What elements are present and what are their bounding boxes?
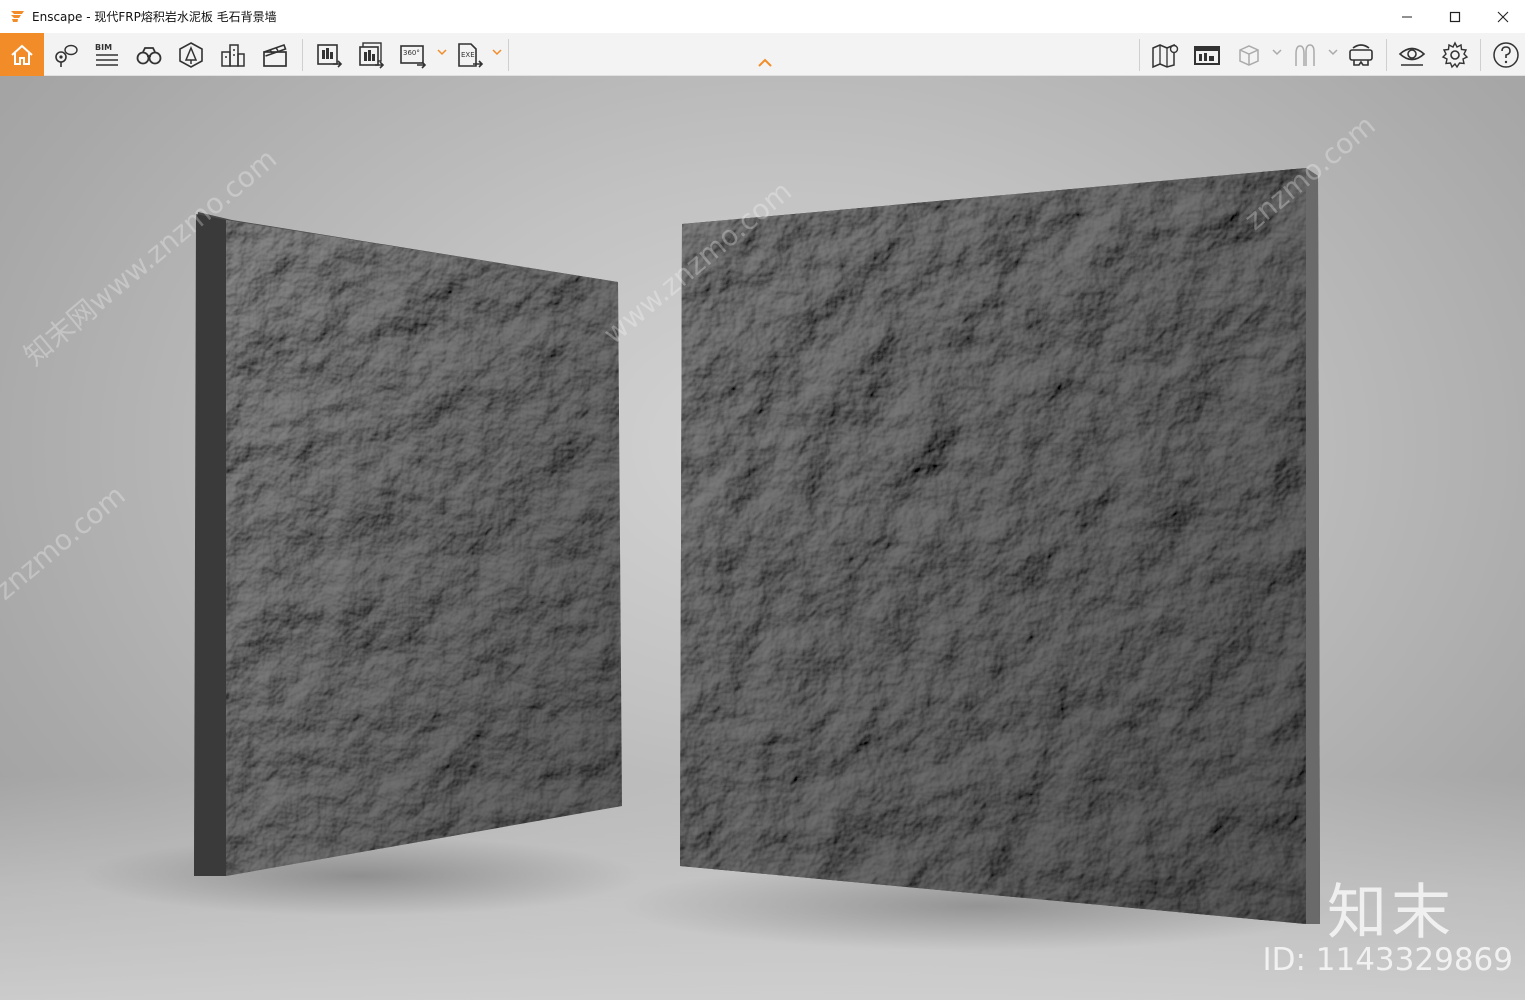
clapperboard-icon <box>263 43 287 67</box>
toolbar-separator <box>1139 39 1140 71</box>
chevron-down-icon[interactable] <box>492 47 502 57</box>
help-button[interactable] <box>1487 36 1525 74</box>
close-button[interactable] <box>1479 0 1525 33</box>
batch-render-icon <box>359 42 385 69</box>
bim-icon: BIM <box>95 43 118 66</box>
toolbar-separator <box>508 39 509 71</box>
binoculars-icon <box>136 47 162 65</box>
toolbar-separator <box>1480 39 1481 71</box>
views-button[interactable] <box>46 36 84 74</box>
screenshot-button[interactable] <box>310 36 348 74</box>
watermark-id: ID: 1143329869 <box>1262 942 1513 978</box>
map-button[interactable] <box>1146 36 1184 74</box>
right-stone-panel <box>680 168 1320 924</box>
buildings-button[interactable] <box>214 36 252 74</box>
minimap-button[interactable] <box>1188 36 1226 74</box>
svg-text:EXE: EXE <box>461 51 475 59</box>
svg-text:BIM: BIM <box>95 43 112 52</box>
collapse-toolbar-icon[interactable] <box>757 58 773 68</box>
vr-headset-button[interactable] <box>1342 36 1380 74</box>
left-stone-panel <box>194 212 622 876</box>
chevron-down-icon[interactable] <box>1328 47 1338 57</box>
home-button[interactable] <box>0 33 44 76</box>
panorama-360-icon: 360° <box>400 45 427 69</box>
watermark-logo: 知末 <box>1327 878 1455 948</box>
help-icon <box>1493 42 1519 68</box>
toolbar-separator <box>302 39 303 71</box>
enscape-logo-icon <box>11 11 24 22</box>
eye-icon <box>1398 47 1426 66</box>
minimize-icon <box>1402 16 1412 17</box>
maximize-button[interactable] <box>1431 0 1479 33</box>
home-icon <box>11 44 33 65</box>
svg-text:360°: 360° <box>403 49 420 57</box>
export-exe-button[interactable]: EXE <box>450 36 488 74</box>
enscape-window: Enscape - 现代FRP熔积岩水泥板 毛石背景墙 BIM 360° EXE… <box>0 0 1525 1000</box>
binoculars-button[interactable] <box>130 36 168 74</box>
minimap-icon <box>1194 46 1220 65</box>
cube-icon <box>1239 45 1259 66</box>
asset-library-icon <box>179 42 203 68</box>
location-pin-icon <box>55 44 78 67</box>
vr-headset-icon <box>1349 44 1373 66</box>
window-title: Enscape - 现代FRP熔积岩水泥板 毛石背景墙 <box>32 10 277 24</box>
batch-render-button[interactable] <box>352 36 390 74</box>
bim-button[interactable]: BIM <box>88 36 126 74</box>
buildings-icon <box>221 44 245 67</box>
gear-icon <box>1441 41 1469 69</box>
maximize-icon <box>1449 11 1461 22</box>
export-exe-icon: EXE <box>458 43 484 68</box>
people-button[interactable] <box>1286 36 1324 74</box>
main-toolbar: BIM 360° EXE <box>0 33 1525 76</box>
asset-library-button[interactable] <box>172 36 210 74</box>
settings-button[interactable] <box>1436 36 1474 74</box>
visual-settings-button[interactable] <box>1393 36 1431 74</box>
chevron-down-icon[interactable] <box>1272 47 1282 57</box>
close-icon <box>1497 11 1509 22</box>
video-editor-button[interactable] <box>256 36 294 74</box>
export-image-icon <box>317 44 343 68</box>
people-icon <box>1295 44 1315 66</box>
minimize-button[interactable] <box>1383 0 1431 33</box>
toolbar-separator <box>1386 39 1387 71</box>
chevron-down-icon[interactable] <box>437 47 447 57</box>
render-viewport[interactable]: 知末网www.znzmo.com znzmo.com www.znzmo.com… <box>0 76 1525 1000</box>
map-icon <box>1152 43 1179 69</box>
view-cube-button[interactable] <box>1230 36 1268 74</box>
title-bar: Enscape - 现代FRP熔积岩水泥板 毛石背景墙 <box>0 0 1525 33</box>
panorama-button[interactable]: 360° <box>394 36 432 74</box>
